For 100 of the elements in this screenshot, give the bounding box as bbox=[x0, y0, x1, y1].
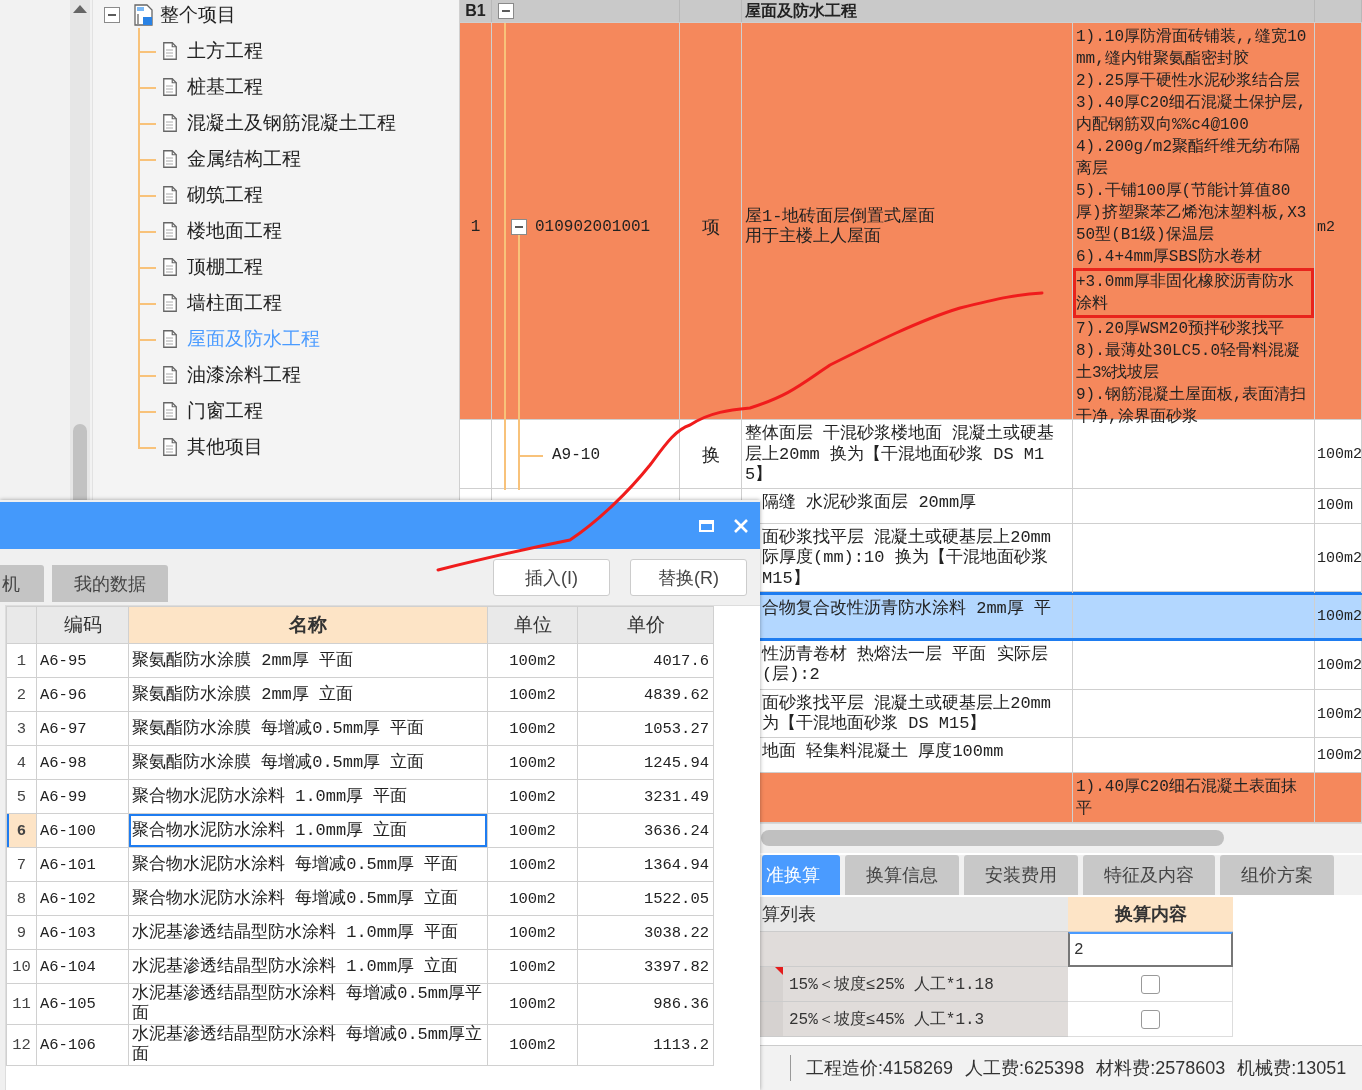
tree-item[interactable]: 金属结构工程 bbox=[187, 146, 301, 172]
table-cell: 3636.24 bbox=[577, 813, 714, 848]
tree-item[interactable]: 混凝土及钢筋混凝土工程 bbox=[187, 110, 396, 136]
row-number: 2 bbox=[6, 677, 37, 712]
table-cell: A6-103 bbox=[36, 915, 129, 950]
table-cell: A6-99 bbox=[36, 779, 129, 814]
item-unit: 100m2 bbox=[1317, 446, 1362, 464]
close-icon[interactable] bbox=[734, 518, 748, 533]
table-row[interactable]: 5 A6-99 聚合物水泥防水涂料 1.0mm厚 平面 100m2 3231.49 bbox=[6, 779, 714, 814]
scrollbar-thumb[interactable] bbox=[761, 829, 1224, 846]
item-unit: 100m bbox=[1317, 497, 1353, 514]
column-header: 换算内容 bbox=[1068, 897, 1233, 932]
checkbox[interactable] bbox=[1140, 1009, 1160, 1029]
column-header: 算列表 bbox=[760, 897, 1068, 932]
table-cell: 聚合物水泥防水涂料 1.0mm厚 平面 bbox=[128, 779, 488, 814]
table-cell: 100m2 bbox=[487, 813, 578, 848]
item-code: A9-10 bbox=[552, 445, 600, 464]
item-unit: 100m2 bbox=[1317, 549, 1362, 567]
document-icon bbox=[163, 114, 177, 132]
table-row[interactable]: 3 A6-97 聚氨酯防水涂膜 每增减0.5mm厚 平面 100m2 1053.27 bbox=[6, 711, 714, 746]
table-cell: 100m2 bbox=[487, 847, 578, 882]
table-row[interactable]: 11 A6-105 水泥基渗透结晶型防水涂料 每增减0.5mm厚平面 100m2 986.36 bbox=[6, 983, 714, 1025]
tab[interactable]: 安装费用 bbox=[964, 855, 1078, 895]
tab[interactable]: 我的数据 bbox=[52, 565, 168, 602]
group-title: 屋面及防水工程 bbox=[745, 0, 857, 21]
item-name: 性沥青卷材 热熔法一层 平面 实际层 (层):2 bbox=[762, 645, 1048, 685]
feature-item: 4).200g/m2聚酯纤维无纺布隔离层 bbox=[1076, 136, 1301, 180]
item-name: 隔缝 水泥砂浆面层 20mm厚 bbox=[762, 492, 977, 512]
table-cell: A6-100 bbox=[36, 813, 129, 848]
table-row[interactable]: 6 A6-100 聚合物水泥防水涂料 1.0mm厚 立面 100m2 3636.24 bbox=[6, 813, 714, 848]
tab[interactable]: 特征及内容 bbox=[1083, 855, 1215, 895]
item-unit: m2 bbox=[1317, 218, 1335, 236]
item-name: 面砂浆找平层 混凝土或硬基层上20mm 为【干混地面砂浆 DS M15】 bbox=[762, 693, 1051, 734]
table-cell: 3038.22 bbox=[577, 915, 714, 950]
insert-button[interactable]: 插入(I) bbox=[493, 559, 610, 596]
item-name: 屋1-地砖面层倒置式屋面用于主楼上人屋面 bbox=[745, 206, 937, 248]
tree-item[interactable]: 门窗工程 bbox=[187, 398, 263, 424]
table-cell: 100m2 bbox=[487, 643, 578, 678]
row-number: 6 bbox=[6, 813, 37, 848]
replace-button[interactable]: 替换(R) bbox=[630, 559, 747, 596]
tree-item[interactable]: 楼地面工程 bbox=[187, 218, 282, 244]
table-cell: 3397.82 bbox=[577, 949, 714, 984]
tree-item[interactable]: 整个项目 bbox=[160, 2, 236, 28]
table-cell: 100m2 bbox=[487, 745, 578, 780]
status-text: 材料费:2578603 bbox=[1096, 1057, 1226, 1080]
table-cell: 聚氨酯防水涂膜 2mm厚 平面 bbox=[128, 643, 488, 678]
tab[interactable]: 换算信息 bbox=[845, 855, 959, 895]
row-number: 11 bbox=[6, 983, 37, 1025]
table-cell: A6-106 bbox=[36, 1024, 129, 1066]
tree-item[interactable]: 其他项目 bbox=[187, 434, 263, 460]
document-icon bbox=[163, 402, 177, 420]
tree-item[interactable]: 砌筑工程 bbox=[187, 182, 263, 208]
table-row[interactable]: 12 A6-106 水泥基渗透结晶型防水涂料 每增减0.5mm厚立面 100m2 1113.2 bbox=[6, 1024, 714, 1066]
item-name: 地面 轻集料混凝土 厚度100mm bbox=[762, 742, 1004, 762]
tree-item[interactable]: 土方工程 bbox=[187, 38, 263, 64]
row-number: 10 bbox=[6, 949, 37, 984]
table-cell: 水泥基渗透结晶型防水涂料 1.0mm厚 立面 bbox=[128, 949, 488, 984]
document-icon bbox=[163, 150, 177, 168]
tree-item[interactable]: 桩基工程 bbox=[187, 74, 263, 100]
scrollbar-thumb[interactable] bbox=[73, 424, 87, 500]
tree-item[interactable]: 顶棚工程 bbox=[187, 254, 263, 280]
table-row[interactable]: 10 A6-104 水泥基渗透结晶型防水涂料 1.0mm厚 立面 100m2 3397.82 bbox=[6, 949, 714, 984]
feature-item: 3).40厚C20细石混凝土保护层,内配钢筋双向%%c4@100 bbox=[1076, 92, 1308, 136]
table-cell: A6-102 bbox=[36, 881, 129, 916]
tree-item[interactable]: 墙柱面工程 bbox=[187, 290, 282, 316]
row-number: 8 bbox=[6, 881, 37, 916]
table-row[interactable]: 9 A6-103 水泥基渗透结晶型防水涂料 1.0mm厚 平面 100m2 3038.22 bbox=[6, 915, 714, 950]
table-cell: 1364.94 bbox=[577, 847, 714, 882]
collapse-icon[interactable] bbox=[511, 219, 527, 235]
input-field[interactable]: 2 bbox=[1068, 932, 1233, 967]
feature-item: 5).干铺100厚(节能计算值80厚)挤塑聚苯乙烯泡沫塑料板,X350型(B1级)保温层 bbox=[1076, 181, 1308, 246]
feature-item: 7).20厚WSM20预拌砂浆找平 bbox=[1076, 319, 1285, 340]
item-name: 面砂浆找平层 混凝土或硬基层上20mm 际厚度(mm):10 换为【干混地面砂浆 M15】 bbox=[762, 527, 1051, 588]
table-cell: 100m2 bbox=[487, 1024, 578, 1066]
table-cell: 聚合物水泥防水涂料 每增减0.5mm厚 立面 bbox=[128, 881, 488, 916]
tab[interactable]: 机 bbox=[0, 565, 44, 602]
table-row[interactable]: 4 A6-98 聚氨酯防水涂膜 每增减0.5mm厚 立面 100m2 1245.94 bbox=[6, 745, 714, 780]
table-row[interactable]: 1 A6-95 聚氨酯防水涂膜 2mm厚 平面 100m2 4017.6 bbox=[6, 643, 714, 678]
table-row[interactable]: 2 A6-96 聚氨酯防水涂膜 2mm厚 立面 100m2 4839.62 bbox=[6, 677, 714, 712]
table-row[interactable]: 8 A6-102 聚合物水泥防水涂料 每增减0.5mm厚 立面 100m2 1522.05 bbox=[6, 881, 714, 916]
tab[interactable]: 组价方案 bbox=[1220, 855, 1334, 895]
row-number: B1 bbox=[465, 2, 486, 20]
collapse-icon[interactable] bbox=[104, 7, 120, 23]
maximize-icon[interactable] bbox=[699, 519, 714, 532]
tree-item[interactable]: 油漆涂料工程 bbox=[187, 362, 301, 388]
document-icon bbox=[163, 294, 177, 312]
item-unit: 100m2 bbox=[1317, 608, 1362, 625]
caret-up-icon[interactable] bbox=[73, 5, 87, 13]
collapse-icon[interactable] bbox=[498, 3, 514, 19]
table-cell: 100m2 bbox=[487, 949, 578, 984]
checkbox[interactable] bbox=[1140, 974, 1160, 994]
scrollbar[interactable] bbox=[70, 0, 90, 500]
row-number: 1 bbox=[6, 643, 37, 678]
row-number: 4 bbox=[6, 745, 37, 780]
document-icon bbox=[163, 42, 177, 60]
table-cell: A6-105 bbox=[36, 983, 129, 1025]
table-row[interactable]: 7 A6-101 聚合物水泥防水涂料 每增减0.5mm厚 平面 100m2 1364.94 bbox=[6, 847, 714, 882]
column-header: 名称 bbox=[128, 606, 488, 644]
document-icon bbox=[163, 78, 177, 96]
table-cell: A6-97 bbox=[36, 711, 129, 746]
